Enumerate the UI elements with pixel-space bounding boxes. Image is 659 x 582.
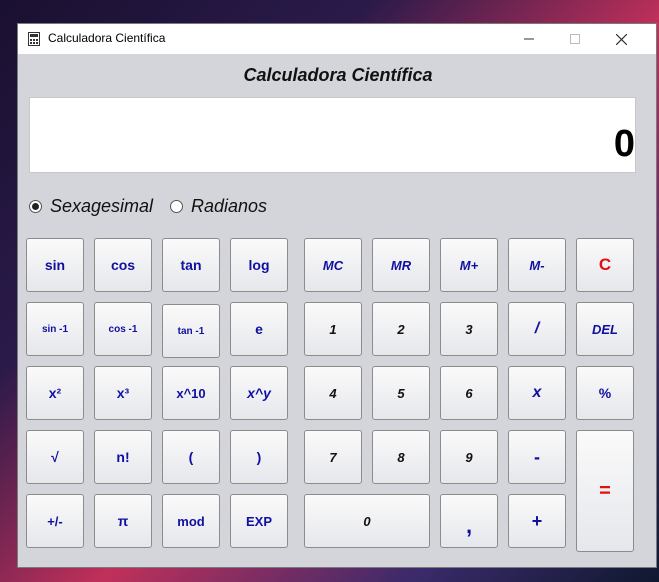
digit-2-button[interactable]: 2 [372,302,430,356]
memory-clear-button[interactable]: MC [304,238,362,292]
digit-5-button[interactable]: 5 [372,366,430,420]
right-paren-button[interactable]: ) [230,430,288,484]
factorial-button[interactable]: n! [94,430,152,484]
multiply-button[interactable]: x [508,366,566,420]
digit-6-button[interactable]: 6 [440,366,498,420]
radio-button-unchecked[interactable] [170,200,183,213]
radio-label-sexagesimal: Sexagesimal [50,196,154,216]
digit-8-button[interactable]: 8 [372,430,430,484]
digit-3-button[interactable]: 3 [440,302,498,356]
square-root-button[interactable]: √ [26,430,84,484]
arcsin-button[interactable]: sin -1 [26,302,84,356]
radio-label-radianos: Radianos [191,196,268,216]
close-button[interactable] [598,24,644,54]
add-button[interactable]: + [508,494,566,548]
log-button[interactable]: log [230,238,288,292]
subtract-button[interactable]: - [508,430,566,484]
maximize-icon [570,34,580,44]
digit-9-button[interactable]: 9 [440,430,498,484]
left-paren-button[interactable]: ( [162,430,220,484]
window-title: Calculadora Científica [48,31,166,45]
delete-button[interactable]: DEL [576,302,634,356]
digit-0-button[interactable]: 0 [304,494,430,548]
digit-7-button[interactable]: 7 [304,430,362,484]
calculator-heading: Calculadora Científica [243,65,433,85]
power-of-ten-button[interactable]: x^10 [162,366,220,420]
memory-add-button[interactable]: M+ [440,238,498,292]
digit-4-button[interactable]: 4 [304,366,362,420]
pi-button[interactable]: π [94,494,152,548]
display-value: 0 [613,123,635,165]
decimal-comma-button[interactable]: , [440,494,498,548]
sin-button[interactable]: sin [26,238,84,292]
modulo-button[interactable]: mod [162,494,220,548]
minimize-icon [524,38,534,40]
radio-radianos[interactable]: Radianos [170,196,267,217]
arccos-button[interactable]: cos -1 [94,302,152,356]
percent-button[interactable]: % [576,366,634,420]
equals-button[interactable]: = [576,430,634,552]
calculator-icon [28,32,40,46]
digit-1-button[interactable]: 1 [304,302,362,356]
exponent-button[interactable]: EXP [230,494,288,548]
minimize-button[interactable] [506,24,552,54]
calculator-window: Calculadora Científica Calculadora Cient… [17,23,657,568]
tan-button[interactable]: tan [162,238,220,292]
euler-button[interactable]: e [230,302,288,356]
close-icon [615,33,627,45]
radio-sexagesimal[interactable]: Sexagesimal [29,196,153,217]
result-display: 0 [29,97,636,173]
memory-recall-button[interactable]: MR [372,238,430,292]
divide-button[interactable]: / [508,302,566,356]
maximize-button[interactable] [552,24,598,54]
cube-button[interactable]: x³ [94,366,152,420]
clear-button[interactable]: C [576,238,634,292]
memory-subtract-button[interactable]: M- [508,238,566,292]
power-y-button[interactable]: x^y [230,366,288,420]
cos-button[interactable]: cos [94,238,152,292]
radio-button-checked[interactable] [29,200,42,213]
title-bar: Calculadora Científica [18,24,656,54]
square-button[interactable]: x² [26,366,84,420]
sign-toggle-button[interactable]: +/- [26,494,84,548]
arctan-button[interactable]: tan -1 [162,304,220,358]
